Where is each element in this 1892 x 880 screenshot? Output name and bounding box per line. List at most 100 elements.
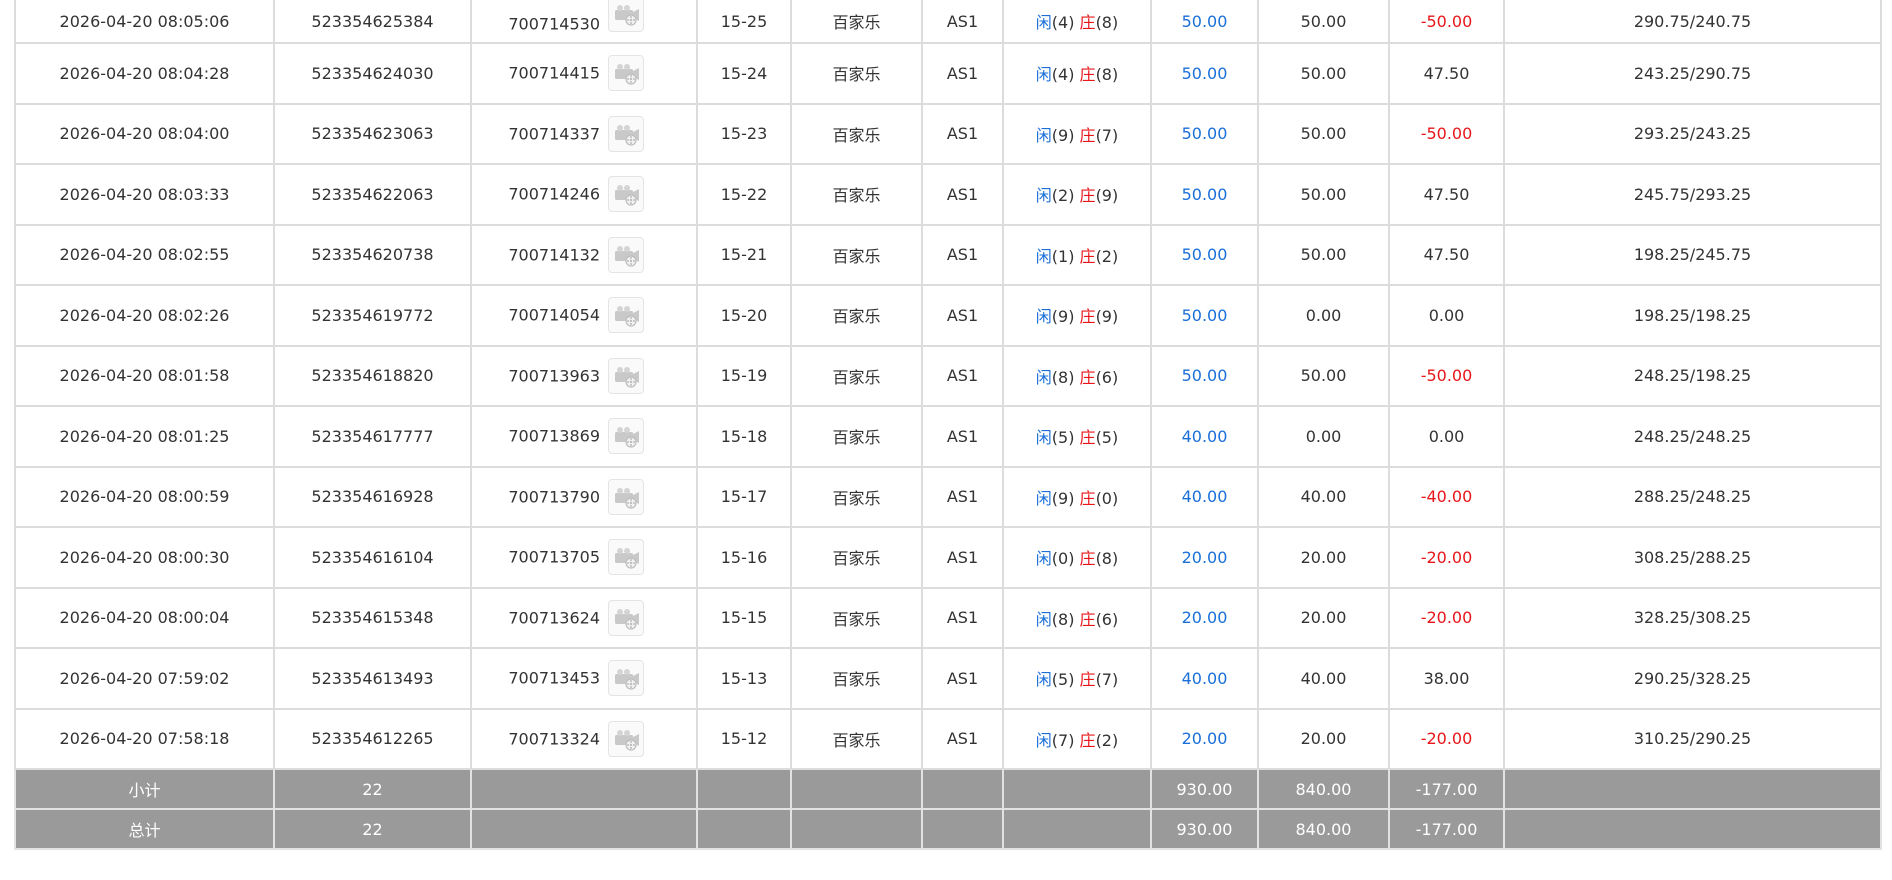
balance-before-after: 288.25/248.25 bbox=[1503, 465, 1882, 528]
game-number-cell: 700714337 bbox=[470, 102, 698, 165]
player-points: (9) bbox=[1051, 125, 1075, 145]
game-number: 700713705 bbox=[508, 547, 600, 567]
bet-amount: 40.00 bbox=[1150, 647, 1259, 710]
bet-time: 2026-04-20 08:00:04 bbox=[14, 586, 275, 649]
bet-time: 2026-04-20 08:02:55 bbox=[14, 223, 275, 286]
banker-points: (5) bbox=[1095, 428, 1119, 448]
game-number: 700713324 bbox=[508, 729, 600, 749]
replay-video-button[interactable] bbox=[608, 539, 644, 576]
empty-cell bbox=[470, 768, 698, 810]
bet-time: 2026-04-20 07:59:02 bbox=[14, 647, 275, 710]
game-number: 700714337 bbox=[508, 124, 600, 144]
valid-bet: 50.00 bbox=[1257, 42, 1390, 105]
shoe-round: 15-20 bbox=[696, 284, 792, 347]
shoe-round: 15-12 bbox=[696, 707, 792, 770]
banker-label: 庄 bbox=[1079, 307, 1096, 327]
game-type: 百家乐 bbox=[790, 465, 923, 528]
valid-bet: 50.00 bbox=[1257, 0, 1390, 44]
empty-cell bbox=[1503, 808, 1882, 850]
banker-label: 庄 bbox=[1079, 186, 1096, 206]
game-number-cell: 700713963 bbox=[470, 344, 698, 407]
table-row: 2026-04-20 07:59:02 523354613493 7007134… bbox=[14, 647, 1882, 710]
banker-label: 庄 bbox=[1079, 488, 1096, 508]
game-type: 百家乐 bbox=[790, 163, 923, 226]
replay-video-button[interactable] bbox=[608, 297, 644, 334]
table-code: AS1 bbox=[921, 163, 1004, 226]
bet-amount: 50.00 bbox=[1150, 284, 1259, 347]
table-row: 2026-04-20 08:04:00 523354623063 7007143… bbox=[14, 102, 1882, 165]
game-number-cell: 700713453 bbox=[470, 647, 698, 710]
shoe-round: 15-22 bbox=[696, 163, 792, 226]
bet-time: 2026-04-20 08:04:00 bbox=[14, 102, 275, 165]
replay-video-button[interactable] bbox=[608, 599, 644, 636]
player-points: (7) bbox=[1051, 730, 1075, 750]
film-camera-icon bbox=[615, 124, 639, 146]
game-type: 百家乐 bbox=[790, 405, 923, 468]
banker-label: 庄 bbox=[1079, 428, 1096, 448]
shoe-round: 15-25 bbox=[696, 0, 792, 44]
replay-video-button[interactable] bbox=[608, 357, 644, 394]
replay-video-button[interactable] bbox=[608, 55, 644, 92]
bet-time: 2026-04-20 08:03:33 bbox=[14, 163, 275, 226]
empty-cell bbox=[1002, 768, 1152, 810]
subtotal-row: 小计 22 930.00 840.00 -177.00 bbox=[14, 768, 1882, 810]
win-loss: 0.00 bbox=[1388, 405, 1505, 468]
win-loss: -20.00 bbox=[1388, 526, 1505, 589]
total-bet: 930.00 bbox=[1150, 808, 1259, 850]
replay-video-button[interactable] bbox=[608, 176, 644, 213]
shoe-round: 15-21 bbox=[696, 223, 792, 286]
bet-time: 2026-04-20 08:01:25 bbox=[14, 405, 275, 468]
table-row: 2026-04-20 08:02:55 523354620738 7007141… bbox=[14, 223, 1882, 286]
film-camera-icon bbox=[615, 427, 639, 448]
replay-video-button[interactable] bbox=[608, 660, 644, 697]
replay-video-button[interactable] bbox=[608, 478, 644, 515]
result-cell: 闲(1) 庄(2) bbox=[1002, 223, 1152, 286]
win-loss: -50.00 bbox=[1388, 102, 1505, 165]
shoe-round: 15-16 bbox=[696, 526, 792, 589]
shoe-round: 15-18 bbox=[696, 405, 792, 468]
bet-time: 2026-04-20 08:02:26 bbox=[14, 284, 275, 347]
shoe-round: 15-24 bbox=[696, 42, 792, 105]
game-number: 700713624 bbox=[508, 608, 600, 628]
bet-amount: 40.00 bbox=[1150, 405, 1259, 468]
result-cell: 闲(2) 庄(9) bbox=[1002, 163, 1152, 226]
banker-label: 庄 bbox=[1079, 125, 1096, 145]
table-code: AS1 bbox=[921, 586, 1004, 649]
table-code: AS1 bbox=[921, 42, 1004, 105]
player-points: (5) bbox=[1051, 670, 1075, 690]
summary-body: 小计 22 930.00 840.00 -177.00 总计 22 930.00… bbox=[14, 768, 1882, 850]
replay-video-button[interactable] bbox=[608, 418, 644, 455]
bet-records-table: 2026-04-20 08:05:06 523354625384 7007145… bbox=[14, 0, 1882, 850]
total-label: 总计 bbox=[14, 808, 275, 850]
replay-video-button[interactable] bbox=[608, 720, 644, 757]
balance-before-after: 248.25/248.25 bbox=[1503, 405, 1882, 468]
replay-video-button[interactable] bbox=[608, 115, 644, 152]
film-camera-icon bbox=[615, 64, 639, 85]
banker-points: (8) bbox=[1095, 65, 1119, 85]
valid-bet: 20.00 bbox=[1257, 526, 1390, 589]
balance-before-after: 243.25/290.75 bbox=[1503, 42, 1882, 105]
total-row: 总计 22 930.00 840.00 -177.00 bbox=[14, 808, 1882, 850]
replay-video-button[interactable] bbox=[608, 236, 644, 273]
game-type: 百家乐 bbox=[790, 344, 923, 407]
balance-before-after: 290.25/328.25 bbox=[1503, 647, 1882, 710]
game-type: 百家乐 bbox=[790, 284, 923, 347]
subtotal-label: 小计 bbox=[14, 768, 275, 810]
empty-cell bbox=[696, 808, 792, 850]
total-count: 22 bbox=[273, 808, 472, 850]
player-label: 闲 bbox=[1035, 428, 1052, 448]
subtotal-bet: 930.00 bbox=[1150, 768, 1259, 810]
table-code: AS1 bbox=[921, 465, 1004, 528]
bet-amount: 50.00 bbox=[1150, 163, 1259, 226]
empty-cell bbox=[1002, 808, 1152, 850]
replay-video-button[interactable] bbox=[608, 0, 644, 32]
result-cell: 闲(9) 庄(7) bbox=[1002, 102, 1152, 165]
game-type: 百家乐 bbox=[790, 647, 923, 710]
result-cell: 闲(4) 庄(8) bbox=[1002, 42, 1152, 105]
game-number-cell: 700713324 bbox=[470, 707, 698, 770]
game-number-cell: 700714415 bbox=[470, 42, 698, 105]
result-cell: 闲(8) 庄(6) bbox=[1002, 586, 1152, 649]
film-camera-icon bbox=[615, 729, 639, 751]
bet-time: 2026-04-20 08:04:28 bbox=[14, 42, 275, 105]
table-code: AS1 bbox=[921, 102, 1004, 165]
